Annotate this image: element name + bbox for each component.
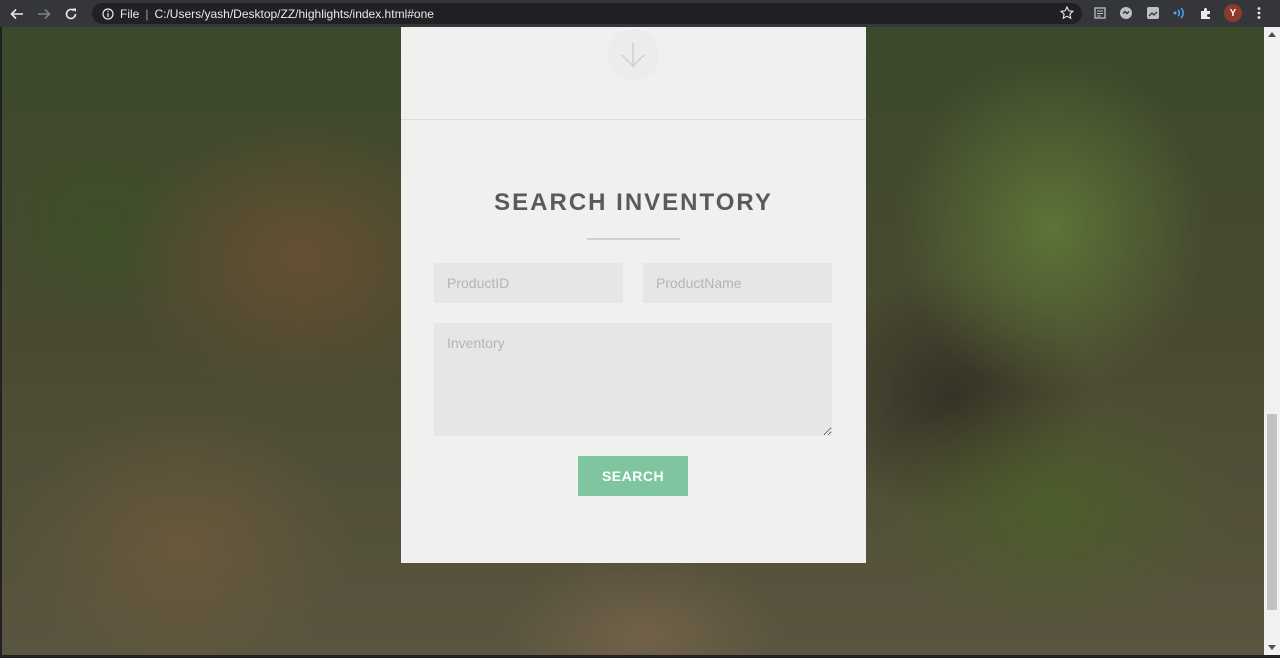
- page-scrollbar[interactable]: [1264, 27, 1280, 655]
- star-icon[interactable]: [1060, 6, 1074, 20]
- sync-icon[interactable]: [1118, 5, 1134, 21]
- scroll-down-arrow[interactable]: [1264, 641, 1280, 655]
- product-name-input[interactable]: [643, 263, 832, 303]
- forward-button[interactable]: [34, 4, 54, 24]
- scrollbar-thumb[interactable]: [1267, 414, 1277, 610]
- profile-avatar[interactable]: Y: [1224, 4, 1242, 22]
- reload-icon: [65, 8, 77, 19]
- back-icon: [10, 8, 23, 19]
- puzzle-icon[interactable]: [1198, 5, 1214, 21]
- product-id-input[interactable]: [434, 263, 623, 303]
- image-ext-icon[interactable]: [1145, 5, 1161, 21]
- scroll-down-button[interactable]: [607, 29, 659, 81]
- file-scheme-label: File: [120, 6, 140, 21]
- page-viewport: SEARCH INVENTORY SEARCH: [2, 27, 1264, 655]
- url-text[interactable]: C:/Users/yash/Desktop/ZZ/highlights/inde…: [154, 7, 433, 21]
- address-bar[interactable]: File | C:/Users/yash/Desktop/ZZ/highligh…: [92, 3, 1082, 24]
- arrow-down-icon: [621, 43, 645, 68]
- search-card: SEARCH INVENTORY SEARCH: [401, 27, 866, 563]
- caret-down-icon: [1268, 645, 1276, 650]
- back-button[interactable]: [7, 4, 27, 24]
- page-title: SEARCH INVENTORY: [494, 189, 773, 216]
- forward-icon: [38, 8, 51, 19]
- scheme-separator: |: [145, 6, 149, 21]
- scroll-up-arrow[interactable]: [1264, 27, 1280, 41]
- inventory-textarea[interactable]: [434, 323, 832, 436]
- voice-ext-icon[interactable]: [1171, 5, 1187, 21]
- title-divider: [587, 238, 680, 240]
- search-button[interactable]: SEARCH: [578, 456, 688, 496]
- browser-toolbar: File | C:/Users/yash/Desktop/ZZ/highligh…: [0, 0, 1280, 27]
- reading-list-icon[interactable]: [1092, 5, 1108, 21]
- menu-dots-icon[interactable]: [1251, 5, 1267, 21]
- reload-button[interactable]: [61, 4, 81, 24]
- info-icon[interactable]: [102, 7, 114, 20]
- caret-up-icon: [1268, 32, 1276, 37]
- card-header-area: [401, 27, 866, 120]
